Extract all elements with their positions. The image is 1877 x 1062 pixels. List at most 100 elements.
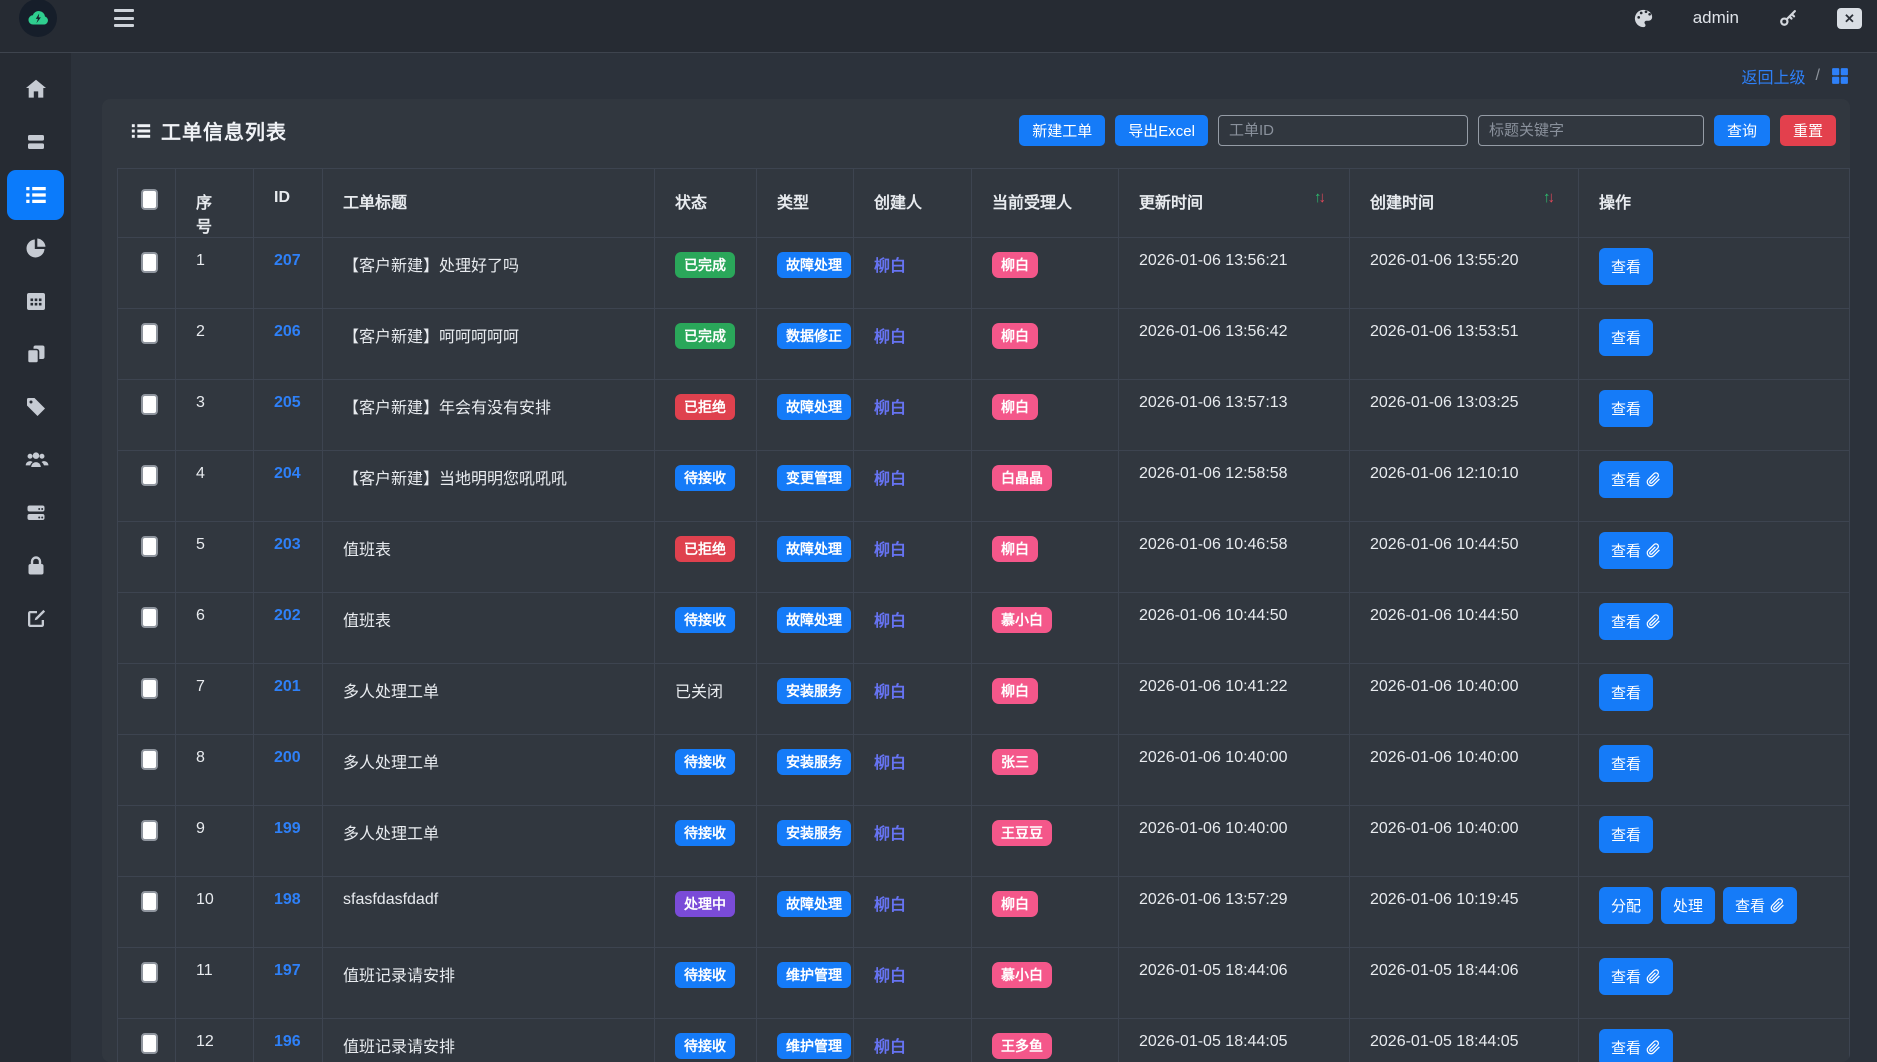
sidebar-item-security[interactable] bbox=[0, 539, 71, 592]
row-checkbox[interactable] bbox=[141, 394, 158, 415]
column-header-title: 工单标题 bbox=[323, 169, 655, 238]
creator-link[interactable]: 柳白 bbox=[874, 400, 906, 417]
action-button[interactable]: 查看 bbox=[1599, 390, 1653, 427]
back-link[interactable]: 返回上级 bbox=[1742, 64, 1806, 88]
row-checkbox[interactable] bbox=[141, 607, 158, 628]
action-button[interactable]: 查看 bbox=[1599, 1029, 1673, 1062]
list-icon bbox=[23, 182, 49, 208]
row-checkbox[interactable] bbox=[141, 820, 158, 841]
sort-control[interactable]: ↑↓ bbox=[1314, 189, 1323, 206]
column-header-label: 操作 bbox=[1599, 189, 1631, 213]
cell-status: 已完成 bbox=[655, 309, 757, 380]
seq-value: 6 bbox=[196, 607, 205, 624]
username[interactable]: admin bbox=[1693, 8, 1739, 28]
app-logo[interactable] bbox=[19, 0, 57, 37]
sidebar-item-users[interactable] bbox=[0, 433, 71, 486]
action-button[interactable]: 查看 bbox=[1599, 319, 1653, 356]
creator-link[interactable]: 柳白 bbox=[874, 968, 906, 985]
sort-desc-icon[interactable]: ↓ bbox=[1548, 189, 1553, 206]
order-id-link[interactable]: 197 bbox=[274, 962, 301, 979]
reset-button[interactable]: 重置 bbox=[1780, 115, 1836, 146]
column-header-assignee: 当前受理人 bbox=[972, 169, 1119, 238]
action-button[interactable]: 查看 bbox=[1599, 745, 1653, 782]
order-title: 【客户新建】年会有没有安排 bbox=[343, 400, 551, 417]
action-button-label: 查看 bbox=[1611, 966, 1641, 987]
grid-icon[interactable] bbox=[1830, 66, 1850, 86]
action-button[interactable]: 查看 bbox=[1599, 674, 1653, 711]
order-id-link[interactable]: 206 bbox=[274, 323, 301, 340]
created-time: 2026-01-06 13:03:25 bbox=[1370, 394, 1519, 411]
sidebar-item-servers[interactable] bbox=[0, 486, 71, 539]
cell-checkbox bbox=[118, 948, 176, 1019]
order-id-link[interactable]: 196 bbox=[274, 1033, 301, 1050]
action-button[interactable]: 处理 bbox=[1661, 887, 1715, 924]
order-id-link[interactable]: 204 bbox=[274, 465, 301, 482]
sidebar-item-edit[interactable] bbox=[0, 592, 71, 645]
action-button[interactable]: 查看 bbox=[1599, 816, 1653, 853]
creator-link[interactable]: 柳白 bbox=[874, 755, 906, 772]
select-all-checkbox[interactable] bbox=[141, 189, 158, 210]
creator-link[interactable]: 柳白 bbox=[874, 258, 906, 275]
logout-button[interactable]: ✕ bbox=[1837, 8, 1862, 29]
row-checkbox[interactable] bbox=[141, 749, 158, 770]
export-excel-button[interactable]: 导出Excel bbox=[1115, 115, 1208, 146]
row-checkbox[interactable] bbox=[141, 465, 158, 486]
creator-link[interactable]: 柳白 bbox=[874, 613, 906, 630]
creator-link[interactable]: 柳白 bbox=[874, 684, 906, 701]
sidebar-item-documents[interactable] bbox=[0, 327, 71, 380]
menu-toggle-button[interactable] bbox=[114, 9, 134, 27]
action-button[interactable]: 查看 bbox=[1599, 532, 1673, 569]
sidebar-item-statistics[interactable] bbox=[0, 221, 71, 274]
password-key-icon[interactable] bbox=[1777, 7, 1799, 29]
action-button[interactable]: 查看 bbox=[1723, 887, 1797, 924]
sidebar-item-workorders[interactable] bbox=[7, 170, 64, 220]
order-id-link[interactable]: 202 bbox=[274, 607, 301, 624]
creator-link[interactable]: 柳白 bbox=[874, 471, 906, 488]
cell-assignee: 慕小白 bbox=[972, 593, 1119, 664]
row-checkbox[interactable] bbox=[141, 891, 158, 912]
action-button[interactable]: 分配 bbox=[1599, 887, 1653, 924]
updated-time: 2026-01-06 13:56:21 bbox=[1139, 252, 1288, 269]
title-keyword-input[interactable] bbox=[1478, 115, 1704, 146]
action-button[interactable]: 查看 bbox=[1599, 461, 1673, 498]
theme-palette-icon[interactable] bbox=[1632, 7, 1655, 30]
row-checkbox[interactable] bbox=[141, 962, 158, 983]
cell-type: 安装服务 bbox=[757, 735, 854, 806]
order-id-link[interactable]: 203 bbox=[274, 536, 301, 553]
creator-link[interactable]: 柳白 bbox=[874, 329, 906, 346]
creator-link[interactable]: 柳白 bbox=[874, 826, 906, 843]
sidebar-item-tags[interactable] bbox=[0, 380, 71, 433]
cell-created: 2026-01-06 10:40:00 bbox=[1350, 664, 1579, 735]
sidebar-item-stack[interactable] bbox=[0, 115, 71, 168]
action-button[interactable]: 查看 bbox=[1599, 248, 1653, 285]
creator-link[interactable]: 柳白 bbox=[874, 1039, 906, 1056]
order-id-link[interactable]: 205 bbox=[274, 394, 301, 411]
server-stack-icon bbox=[24, 130, 48, 154]
order-id-link[interactable]: 201 bbox=[274, 678, 301, 695]
row-checkbox[interactable] bbox=[141, 536, 158, 557]
column-header-updated: 更新时间↑↓ bbox=[1119, 169, 1350, 238]
creator-link[interactable]: 柳白 bbox=[874, 542, 906, 559]
order-id-input[interactable] bbox=[1218, 115, 1468, 146]
row-checkbox[interactable] bbox=[141, 252, 158, 273]
table-row: 7201多人处理工单已关闭安装服务柳白柳白2026-01-06 10:41:22… bbox=[118, 664, 1850, 735]
status-badge: 待接收 bbox=[675, 749, 735, 775]
row-checkbox[interactable] bbox=[141, 678, 158, 699]
sort-desc-icon[interactable]: ↓ bbox=[1319, 189, 1324, 206]
search-button[interactable]: 查询 bbox=[1714, 115, 1770, 146]
creator-link[interactable]: 柳白 bbox=[874, 897, 906, 914]
cell-seq: 1 bbox=[176, 238, 254, 309]
order-id-link[interactable]: 199 bbox=[274, 820, 301, 837]
sidebar-item-calendar[interactable] bbox=[0, 274, 71, 327]
sort-control[interactable]: ↑↓ bbox=[1543, 189, 1552, 206]
action-button[interactable]: 查看 bbox=[1599, 958, 1673, 995]
action-button[interactable]: 查看 bbox=[1599, 603, 1673, 640]
row-checkbox[interactable] bbox=[141, 323, 158, 344]
order-id-link[interactable]: 207 bbox=[274, 252, 301, 269]
order-id-link[interactable]: 198 bbox=[274, 891, 301, 908]
users-icon bbox=[23, 447, 49, 473]
row-checkbox[interactable] bbox=[141, 1033, 158, 1054]
sidebar-item-home[interactable] bbox=[0, 62, 71, 115]
order-id-link[interactable]: 200 bbox=[274, 749, 301, 766]
create-order-button[interactable]: 新建工单 bbox=[1019, 115, 1105, 146]
